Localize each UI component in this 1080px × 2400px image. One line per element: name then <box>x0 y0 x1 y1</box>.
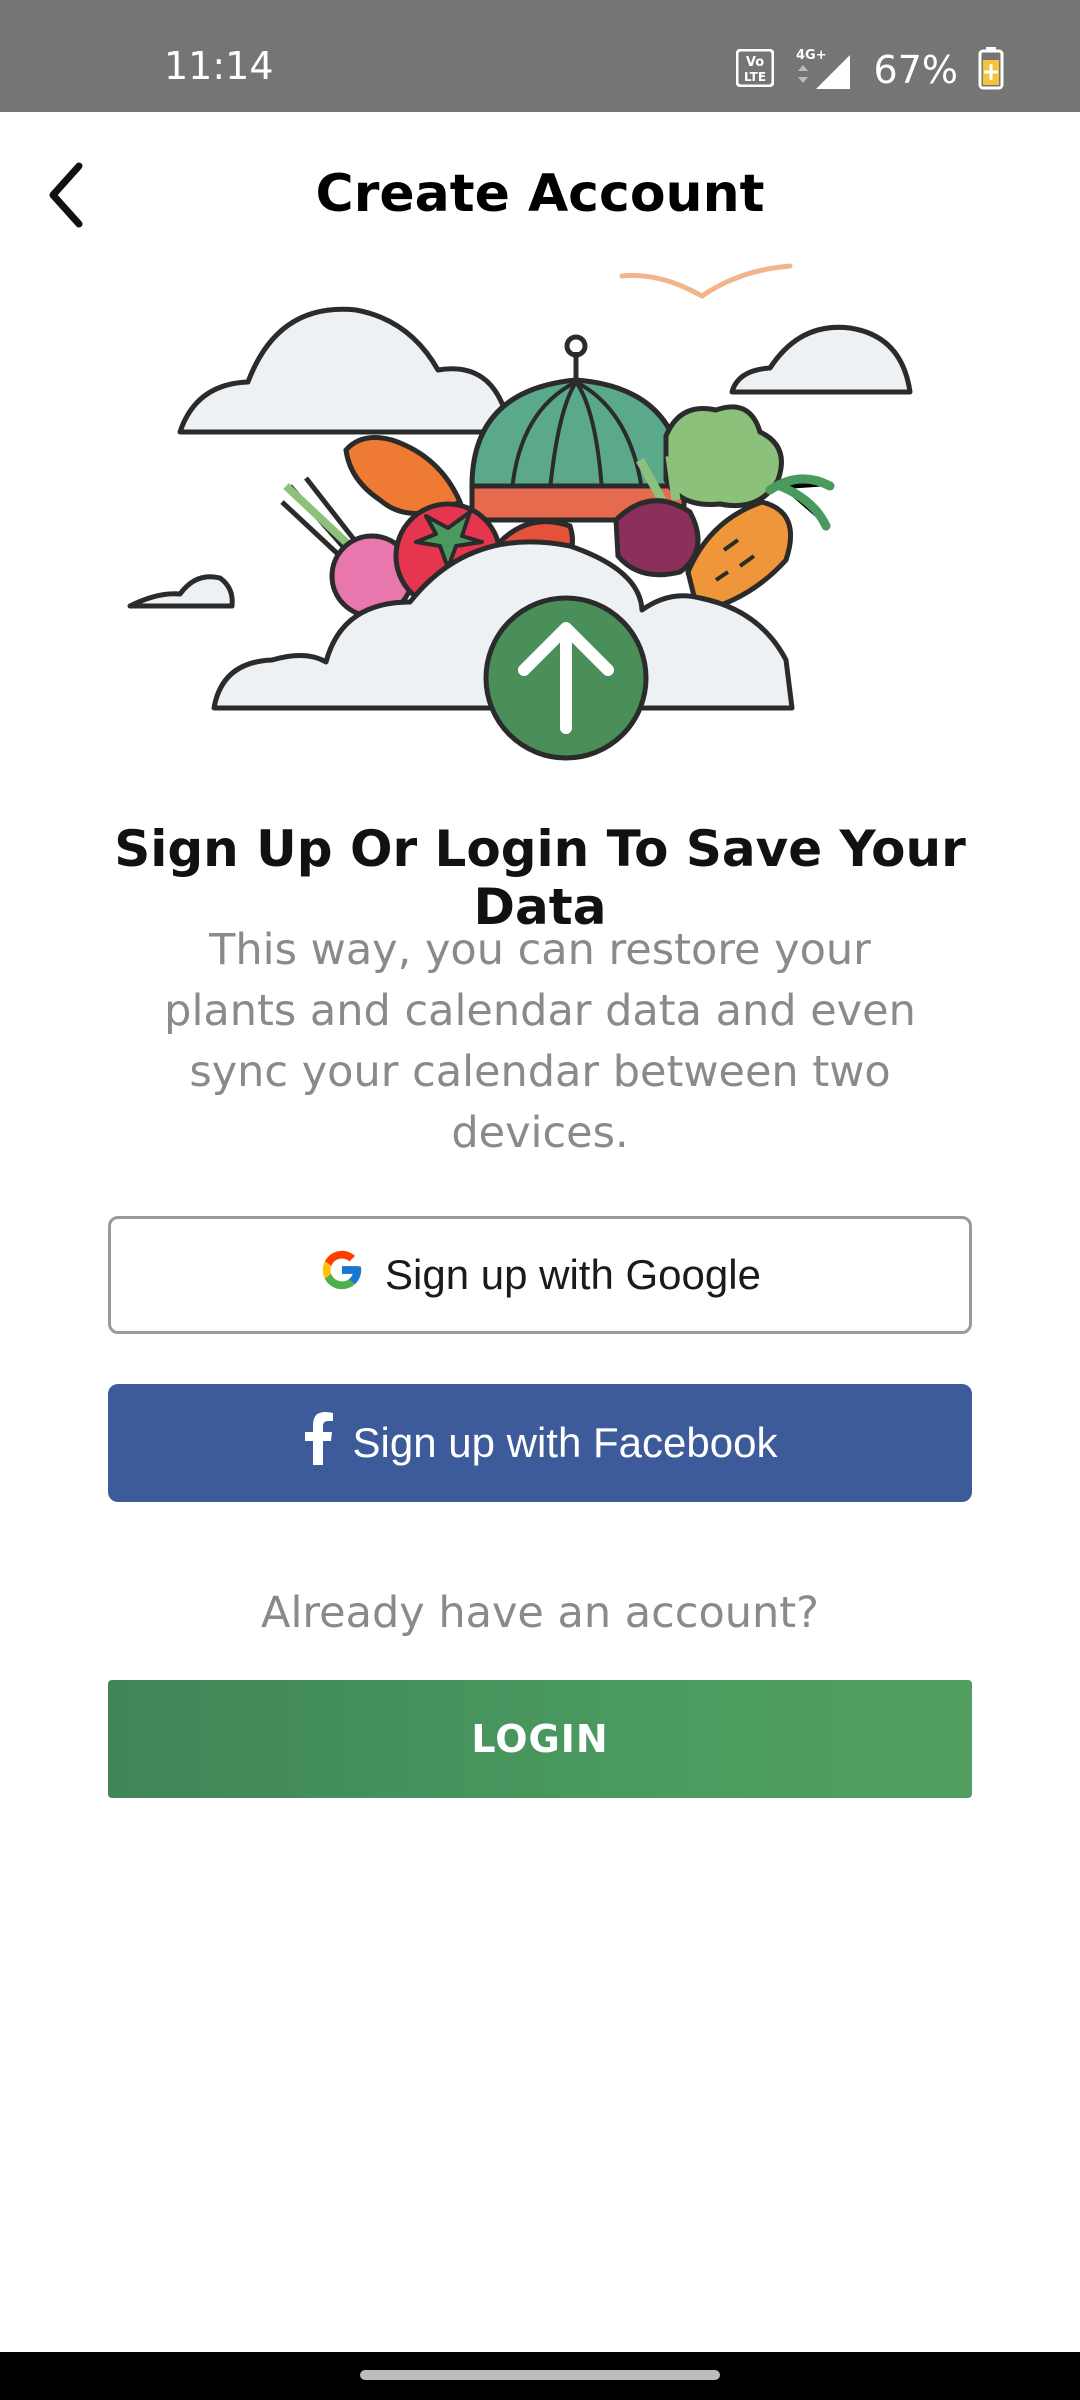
facebook-signup-button[interactable]: Sign up with Facebook <box>108 1384 972 1502</box>
lettuce <box>663 404 784 509</box>
melon <box>469 334 687 523</box>
battery-percent: 67% <box>873 48 958 92</box>
bird-icon <box>619 263 793 299</box>
upload-icon <box>483 595 649 761</box>
battery-icon <box>978 46 1004 95</box>
cloud-small <box>127 574 235 609</box>
volte-icon: Vo LTE <box>735 48 775 92</box>
signal-icon: 4G+ <box>794 45 854 96</box>
hero-illustration <box>110 250 970 780</box>
cloud-top-left <box>177 306 513 435</box>
status-time: 11:14 <box>164 44 274 88</box>
google-button-label: Sign up with Google <box>385 1251 761 1298</box>
login-button[interactable]: LOGIN <box>108 1680 972 1798</box>
headline: Sign Up Or Login To Save Your Data <box>114 820 966 936</box>
status-bar: 11:14 Vo LTE 4G+ 67% <box>0 0 1080 112</box>
svg-text:4G+: 4G+ <box>796 48 827 63</box>
home-indicator[interactable] <box>360 2370 720 2380</box>
svg-text:LTE: LTE <box>744 70 766 84</box>
description-text: This way, you can restore your plants an… <box>164 925 916 1158</box>
status-icons: Vo LTE 4G+ 67% <box>735 44 1004 96</box>
google-signup-button[interactable]: Sign up with Google <box>108 1216 972 1334</box>
cloud-top-right <box>729 324 913 395</box>
login-button-label: LOGIN <box>471 1717 609 1761</box>
facebook-button-label: Sign up with Facebook <box>352 1419 778 1466</box>
already-have-account-text: Already have an account? <box>261 1588 819 1638</box>
svg-text:Vo: Vo <box>745 55 763 70</box>
system-nav-bar <box>0 2352 1080 2400</box>
facebook-f-icon <box>303 1411 333 1475</box>
google-g-icon <box>319 1247 365 1303</box>
page-title: Create Account <box>315 164 765 224</box>
